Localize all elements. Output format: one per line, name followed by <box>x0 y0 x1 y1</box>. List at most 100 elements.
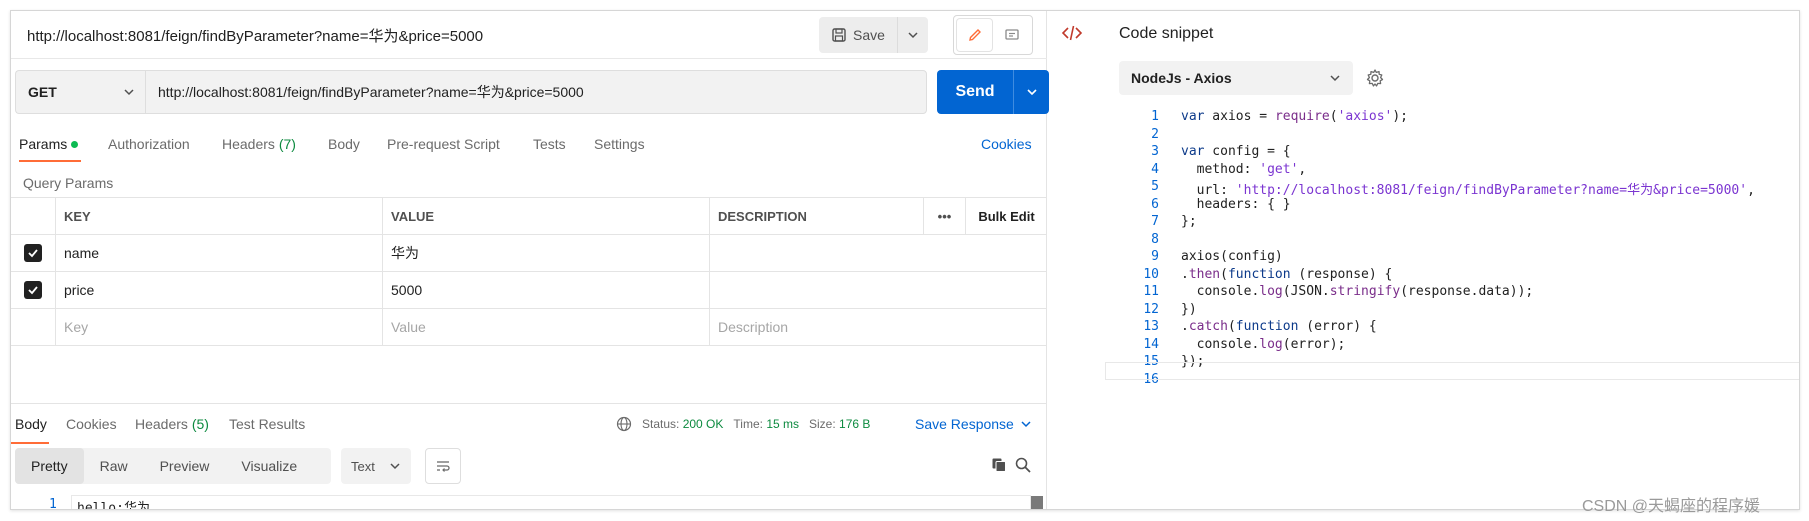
code-line-text: url: 'http://localhost:8081/feign/findBy… <box>1181 183 1755 198</box>
time-field: Time: 15 ms <box>733 417 799 431</box>
table-row: name 华为 <box>11 235 1047 272</box>
code-line: 10 .then(function (response) { <box>1143 266 1393 282</box>
text-type-label: Text <box>351 458 375 474</box>
param-key-field[interactable]: name <box>55 235 382 271</box>
comment-icon <box>1004 29 1019 40</box>
code-line: 14 console.log(error); <box>1143 336 1346 352</box>
format-pretty[interactable]: Pretty <box>15 448 84 484</box>
param-value-field[interactable]: 5000 <box>382 272 709 308</box>
pencil-icon <box>968 29 981 41</box>
query-params-title: Query Params <box>23 175 114 191</box>
comments-button[interactable] <box>994 19 1029 51</box>
format-tabs: Pretty Raw Preview Visualize <box>15 448 331 484</box>
format-raw[interactable]: Raw <box>84 448 144 484</box>
scrollbar[interactable] <box>1031 496 1043 509</box>
code-line: 8 <box>1151 231 1159 247</box>
new-value-field[interactable]: Value <box>382 309 709 345</box>
edit-mode-button[interactable] <box>957 19 992 51</box>
code-line: 4 method: 'get', <box>1151 161 1307 177</box>
params-header-row: KEY VALUE DESCRIPTION ••• Bulk Edit <box>11 198 1047 235</box>
save-response-button[interactable]: Save Response <box>915 416 1032 432</box>
code-line-text: .then(function (response) { <box>1181 266 1393 282</box>
response-tab-headers[interactable]: Headers (5) <box>135 416 209 432</box>
code-snippet-pane: Code snippet NodeJs - Axios 1 var axios =… <box>1047 11 1799 509</box>
code-line-text: method: 'get', <box>1181 161 1307 177</box>
code-icon[interactable] <box>1061 23 1083 48</box>
size-field: Size: 176 B <box>809 417 870 431</box>
row-checkbox[interactable] <box>24 244 42 262</box>
response-tab-cookies[interactable]: Cookies <box>66 416 117 432</box>
code-line-text: axios(config) <box>1181 249 1283 264</box>
checkmark-icon <box>28 249 38 258</box>
text-type-select[interactable]: Text <box>341 448 411 484</box>
send-options-button[interactable] <box>1013 70 1049 114</box>
code-line: 2 <box>1151 126 1159 142</box>
tab-body[interactable]: Body <box>328 136 360 152</box>
more-options-button[interactable]: ••• <box>923 198 965 234</box>
param-key-field[interactable]: price <box>55 272 382 308</box>
language-label: NodeJs - Axios <box>1131 70 1232 86</box>
search-icon[interactable] <box>1015 457 1031 478</box>
column-header-key: KEY <box>55 198 382 234</box>
gear-icon[interactable] <box>1365 68 1385 93</box>
tab-authorization[interactable]: Authorization <box>108 136 190 152</box>
code-line-text: headers: { } <box>1181 196 1291 212</box>
tab-params-label: Params <box>19 136 68 152</box>
url-input[interactable]: http://localhost:8081/feign/findByParame… <box>145 70 927 114</box>
new-param-row: Key Value Description <box>11 309 1047 346</box>
request-pane: http://localhost:8081/feign/findByParame… <box>11 11 1049 510</box>
column-header-description: DESCRIPTION <box>709 198 923 234</box>
format-visualize[interactable]: Visualize <box>225 448 313 484</box>
format-preview[interactable]: Preview <box>144 448 226 484</box>
send-button[interactable]: Send <box>937 70 1049 114</box>
new-key-field[interactable]: Key <box>55 309 382 345</box>
save-options-button[interactable] <box>898 17 928 53</box>
response-active-tab-indicator <box>11 442 49 444</box>
response-text: hello:华为 <box>77 501 150 510</box>
code-line-text: console.log(JSON.stringify(response.data… <box>1181 284 1534 299</box>
table-row: price 5000 <box>11 272 1047 309</box>
code-editor[interactable]: 1 var axios = require('axios'); 2 3 var co… <box>1119 109 1799 389</box>
tab-params[interactable]: Params <box>19 136 79 152</box>
params-table: KEY VALUE DESCRIPTION ••• Bulk Edit name… <box>11 197 1047 346</box>
cookies-link[interactable]: Cookies <box>981 136 1032 152</box>
status-value: 200 OK <box>682 417 724 431</box>
method-select[interactable]: GET <box>15 70 145 114</box>
response-tab-test-results[interactable]: Test Results <box>229 416 305 432</box>
row-checkbox-cell <box>11 309 55 345</box>
column-header-value: VALUE <box>382 198 709 234</box>
response-tab-headers-count: (5) <box>191 416 209 432</box>
code-line-text: }; <box>1181 214 1197 229</box>
copy-icon[interactable] <box>991 457 1007 478</box>
tab-prerequest-script[interactable]: Pre-request Script <box>387 136 500 152</box>
tab-settings[interactable]: Settings <box>594 136 645 152</box>
tab-tests[interactable]: Tests <box>533 136 566 152</box>
code-line: 9 axios(config) <box>1151 249 1283 264</box>
param-value-field[interactable]: 华为 <box>382 235 709 271</box>
code-line: 12}) <box>1143 301 1197 317</box>
checkmark-icon <box>28 286 38 295</box>
new-description-field[interactable]: Description <box>709 309 1047 345</box>
code-line-text: }) <box>1181 301 1197 317</box>
request-header: http://localhost:8081/feign/findByParame… <box>11 11 1047 59</box>
response-bar: Body Cookies Headers (5) Test Results St… <box>11 403 1047 444</box>
tab-headers[interactable]: Headers (7) <box>222 136 296 152</box>
param-description-field[interactable] <box>709 235 1047 271</box>
wrap-lines-button[interactable] <box>425 448 461 484</box>
snippet-title: Code snippet <box>1119 25 1214 42</box>
request-name[interactable]: http://localhost:8081/feign/findByParame… <box>27 25 483 46</box>
response-tab-body[interactable]: Body <box>15 416 47 432</box>
row-checkbox-cell <box>11 272 55 308</box>
chevron-down-icon <box>1330 75 1340 82</box>
view-mode-toggle <box>953 15 1033 55</box>
send-label: Send <box>955 83 995 100</box>
code-line: 7}; <box>1151 214 1197 229</box>
wrap-icon <box>437 461 450 472</box>
language-select[interactable]: NodeJs - Axios <box>1119 61 1353 95</box>
save-button[interactable]: Save <box>819 17 898 53</box>
bulk-edit-button[interactable]: Bulk Edit <box>965 198 1047 234</box>
param-description-field[interactable] <box>709 272 1047 308</box>
globe-icon[interactable] <box>616 416 632 432</box>
row-checkbox[interactable] <box>24 281 42 299</box>
size-label: Size: <box>809 417 836 431</box>
